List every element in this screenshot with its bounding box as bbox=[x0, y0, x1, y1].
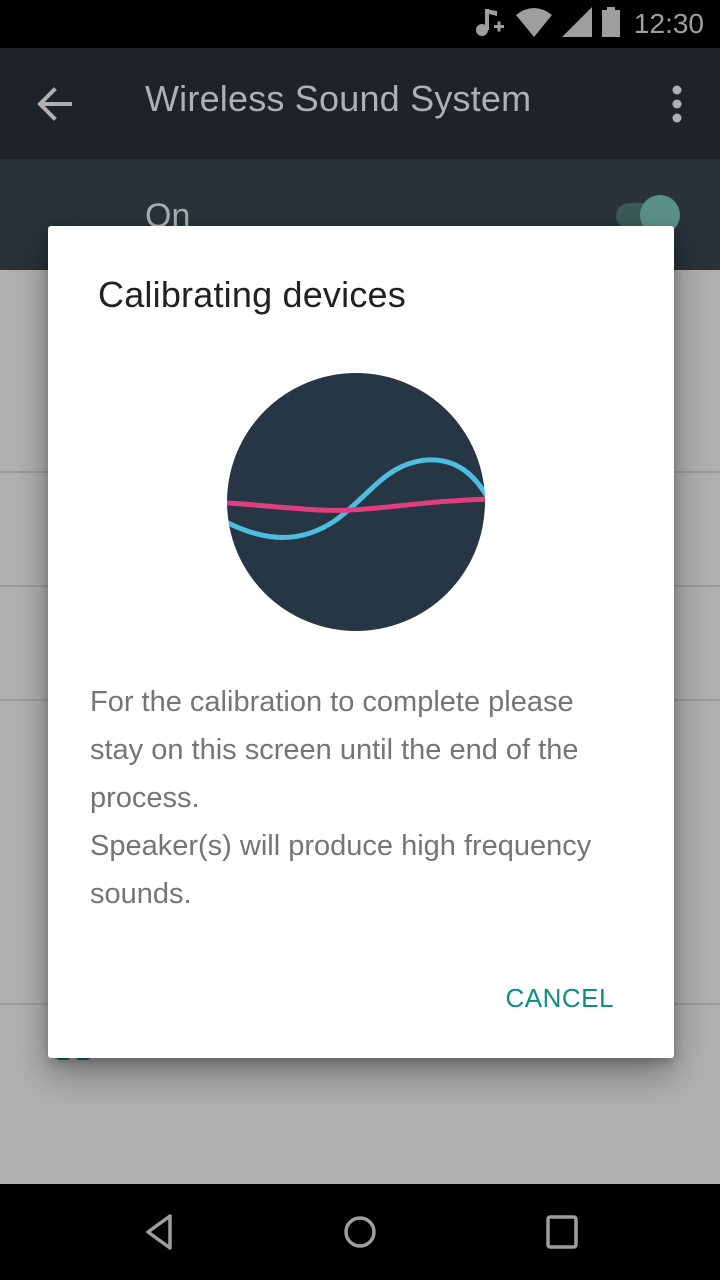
back-button[interactable] bbox=[34, 82, 78, 126]
more-options-button[interactable] bbox=[662, 84, 692, 124]
nav-back-button[interactable] bbox=[132, 1204, 188, 1260]
more-vert-icon bbox=[672, 85, 682, 123]
arrow-left-icon bbox=[37, 87, 72, 121]
status-time: 12:30 bbox=[633, 8, 704, 39]
wifi-icon bbox=[515, 7, 552, 42]
dialog-message-line: For the calibration to complete please s… bbox=[90, 686, 579, 814]
nav-home-button[interactable] bbox=[332, 1204, 388, 1260]
dialog-title: Calibrating devices bbox=[98, 274, 406, 315]
dialog-message-line: Speaker(s) will produce high frequency s… bbox=[90, 830, 592, 910]
app-title: Wireless Sound System bbox=[145, 78, 532, 119]
nav-recents-button[interactable] bbox=[534, 1204, 590, 1260]
status-bar: 12:30 bbox=[0, 0, 720, 48]
battery-icon bbox=[601, 6, 620, 42]
navigation-bar bbox=[0, 1184, 720, 1280]
circle-home-icon bbox=[344, 1216, 376, 1248]
app-bar: Wireless Sound System bbox=[0, 48, 720, 159]
triangle-back-icon bbox=[146, 1214, 172, 1250]
cancel-button[interactable]: CANCEL bbox=[494, 974, 626, 1022]
music-add-icon bbox=[472, 5, 506, 44]
square-recents-icon bbox=[546, 1215, 578, 1249]
dialog-message: For the calibration to complete please s… bbox=[90, 678, 630, 918]
cell-signal-icon bbox=[561, 6, 592, 42]
calibration-illustration bbox=[226, 372, 486, 632]
calibration-dialog: Calibrating devices For the calibration … bbox=[48, 226, 674, 1058]
